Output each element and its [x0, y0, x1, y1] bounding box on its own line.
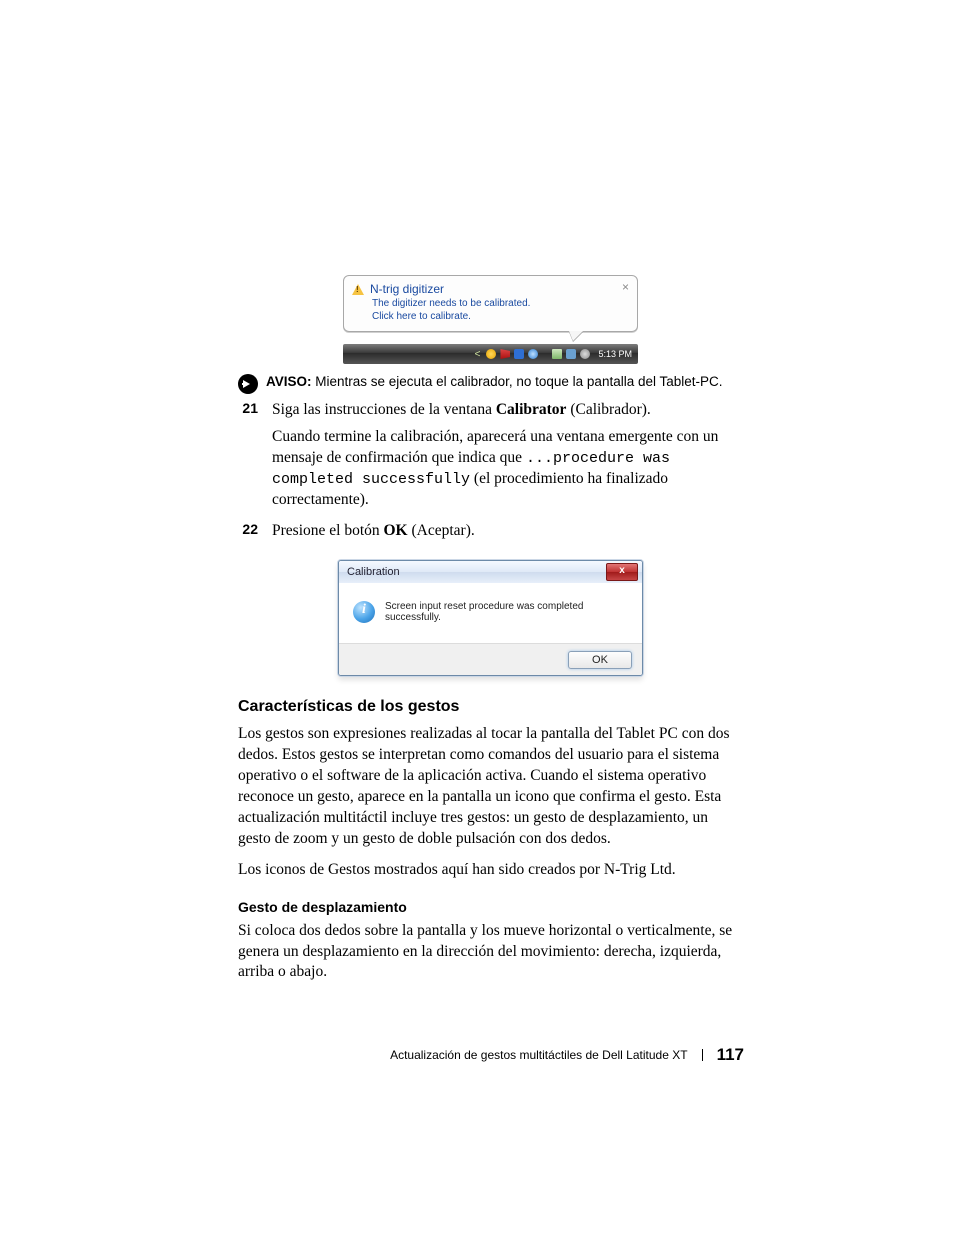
dialog-body: Screen input reset procedure was complet…	[339, 583, 642, 643]
footer-separator	[702, 1049, 703, 1061]
calibration-dialog-screenshot: Calibration x Screen input reset procedu…	[338, 560, 643, 676]
balloon-body: The digitizer needs to be calibrated. Cl…	[372, 298, 629, 323]
balloon-title: N-trig digitizer	[370, 282, 444, 296]
tray-battery-icon[interactable]	[552, 349, 562, 359]
info-icon	[353, 601, 375, 623]
tray-flag-icon[interactable]	[500, 349, 510, 359]
balloon-tooltip[interactable]: N-trig digitizer The digitizer needs to …	[343, 275, 638, 332]
balloon-line1: The digitizer needs to be calibrated.	[372, 298, 530, 309]
step-body: Presione el botón OK (Aceptar).	[272, 521, 743, 542]
para-features: Los gestos son expresiones realizadas al…	[238, 724, 743, 850]
close-icon[interactable]: ×	[622, 280, 629, 294]
aviso-body: Mientras se ejecuta el calibrador, no to…	[312, 374, 723, 389]
step-22: 22 Presione el botón OK (Aceptar).	[238, 521, 743, 542]
heading-scroll-gesture: Gesto de desplazamiento	[238, 899, 743, 915]
balloon-line2: Click here to calibrate.	[372, 311, 471, 322]
tray-volume-icon[interactable]	[580, 349, 590, 359]
dialog-close-button[interactable]: x	[606, 563, 638, 581]
aviso-note: AVISO: Mientras se ejecuta el calibrador…	[238, 374, 743, 394]
para-icons-credit: Los iconos de Gestos mostrados aquí han …	[238, 860, 743, 881]
step-21: 21 Siga las instrucciones de la ventana …	[238, 400, 743, 421]
tray-clock[interactable]: 5:13 PM	[598, 349, 632, 359]
tray-bluetooth-icon[interactable]	[514, 349, 524, 359]
para-scroll-gesture: Si coloca dos dedos sobre la pantalla y …	[238, 921, 743, 984]
ok-button[interactable]: OK	[568, 651, 632, 669]
calibration-dialog: Calibration x Screen input reset procedu…	[338, 560, 643, 676]
taskbar: < 5:13 PM	[343, 344, 638, 364]
notification-screenshot: N-trig digitizer The digitizer needs to …	[343, 275, 638, 364]
dialog-title: Calibration	[347, 566, 400, 578]
balloon-tail	[569, 331, 583, 341]
page-footer: Actualización de gestos multitáctiles de…	[390, 1045, 744, 1065]
heading-features: Características de los gestos	[238, 698, 743, 716]
dialog-titlebar: Calibration x	[339, 561, 642, 583]
step-21-follow: Cuando termine la calibración, aparecerá…	[272, 427, 743, 511]
dialog-message: Screen input reset procedure was complet…	[385, 601, 628, 623]
aviso-text: AVISO: Mientras se ejecuta el calibrador…	[266, 374, 723, 389]
tray-shield-icon[interactable]	[486, 349, 496, 359]
footer-text: Actualización de gestos multitáctiles de…	[390, 1048, 688, 1062]
dialog-footer: OK	[339, 643, 642, 675]
warning-icon	[352, 284, 364, 295]
page-number: 117	[717, 1045, 744, 1065]
step-number: 21	[238, 400, 258, 421]
page-content: N-trig digitizer The digitizer needs to …	[238, 275, 743, 993]
step-body: Siga las instrucciones de la ventana Cal…	[272, 400, 743, 421]
step-number: 22	[238, 521, 258, 542]
tray-network-icon[interactable]	[528, 349, 538, 359]
aviso-arrow-icon	[238, 374, 258, 394]
tray-sync-icon[interactable]	[566, 349, 576, 359]
tray-chevron-icon[interactable]: <	[475, 349, 481, 360]
aviso-label: AVISO:	[266, 374, 312, 389]
